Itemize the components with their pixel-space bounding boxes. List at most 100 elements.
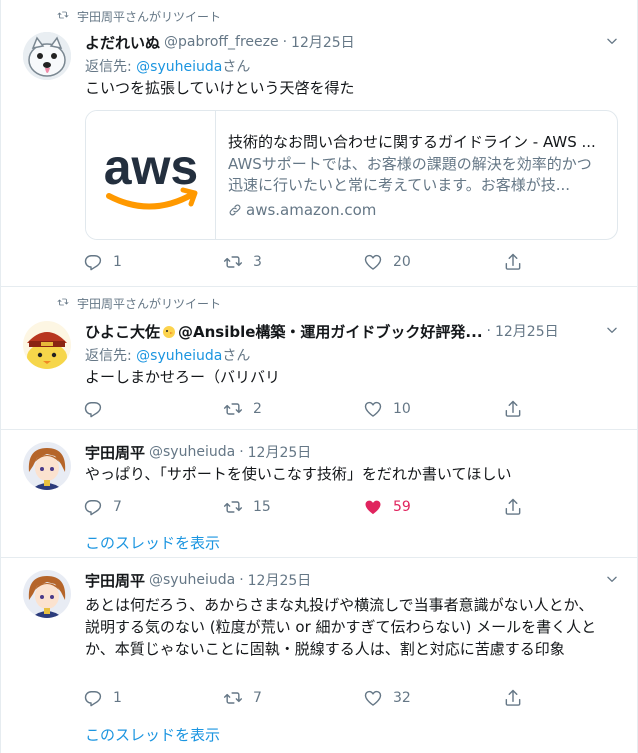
- show-thread-link[interactable]: このスレッドを表示: [85, 532, 220, 553]
- username[interactable]: @pabroff_freeze: [164, 34, 279, 50]
- chevron-down-icon[interactable]: [605, 323, 619, 337]
- like-icon: [363, 688, 383, 708]
- reply-button[interactable]: 7: [83, 497, 223, 517]
- share-icon: [503, 497, 523, 517]
- retweet-button[interactable]: 15: [223, 497, 363, 517]
- like-button[interactable]: 32: [363, 688, 503, 708]
- tweet[interactable]: 宇田周平さんがリツイート よだれいぬ @pabroff_freeze · 12月…: [1, 0, 637, 287]
- retweet-button[interactable]: 7: [223, 688, 363, 708]
- retweet-icon: [55, 296, 71, 311]
- like-count: 10: [393, 401, 411, 417]
- retweet-icon: [223, 497, 243, 517]
- timestamp[interactable]: 12月25日: [291, 32, 355, 52]
- avatar[interactable]: [23, 32, 71, 80]
- reply-count: 7: [113, 499, 122, 515]
- separator: ·: [486, 323, 491, 339]
- like-icon-active: [363, 497, 383, 517]
- display-name-prefix: ひよこ大佐: [85, 322, 161, 341]
- share-button[interactable]: [503, 688, 543, 708]
- share-icon: [503, 688, 523, 708]
- separator: ·: [239, 572, 244, 588]
- chick-emoji-icon: [163, 325, 176, 338]
- like-icon: [363, 252, 383, 272]
- tweet-text: こいつを拡張していけという天啓を得た: [85, 79, 355, 97]
- reply-icon: [83, 252, 103, 272]
- reply-suffix: さん: [222, 348, 251, 364]
- share-icon: [503, 399, 523, 419]
- card-body: 技術的なお問い合わせに関するガイドライン - AWS ... AWSサポートでは…: [216, 111, 617, 239]
- reply-to-link[interactable]: @syuheiuda: [136, 348, 222, 364]
- reply-to-link[interactable]: @syuheiuda: [136, 59, 222, 75]
- card-domain: aws.amazon.com: [228, 201, 605, 219]
- avatar[interactable]: [23, 321, 71, 369]
- card-domain-text: aws.amazon.com: [246, 201, 377, 219]
- retweet-count: 2: [253, 401, 262, 417]
- reply-prefix: 返信先:: [85, 59, 137, 75]
- tweet-header: ひよこ大佐 @Ansible構築・運用ガイドブック好評発... · 12月25日: [85, 321, 619, 341]
- retweet-context: 宇田周平さんがリツイート: [55, 295, 221, 312]
- reply-context: 返信先: @syuheiudaさん: [85, 345, 250, 365]
- share-button[interactable]: [503, 399, 543, 419]
- display-name[interactable]: よだれいぬ: [85, 32, 160, 53]
- chevron-down-icon[interactable]: [605, 572, 619, 586]
- separator: ·: [282, 34, 288, 50]
- reply-button[interactable]: 1: [83, 688, 223, 708]
- share-icon: [503, 252, 523, 272]
- display-name[interactable]: 宇田周平: [85, 442, 145, 463]
- chevron-down-icon[interactable]: [605, 34, 619, 48]
- tweet-header: 宇田周平 @syuheiuda · 12月25日: [85, 570, 619, 590]
- like-count: 59: [393, 499, 411, 515]
- like-count: 20: [393, 254, 411, 270]
- display-name[interactable]: 宇田周平: [85, 570, 145, 591]
- like-button[interactable]: 10: [363, 399, 503, 419]
- display-name[interactable]: ひよこ大佐 @Ansible構築・運用ガイドブック好評発...: [85, 321, 483, 342]
- retweet-count: 3: [253, 254, 262, 270]
- reply-button[interactable]: [83, 399, 223, 419]
- like-button[interactable]: 59: [363, 497, 503, 517]
- aws-logo-text: aws: [103, 139, 198, 195]
- share-button[interactable]: [503, 497, 543, 517]
- reply-icon: [83, 688, 103, 708]
- tweet-header: 宇田周平 @syuheiuda · 12月25日: [85, 442, 619, 462]
- aws-logo: aws: [103, 139, 198, 210]
- tweet-actions: 2 10: [83, 399, 553, 419]
- retweet-icon: [223, 688, 243, 708]
- card-image: aws: [86, 111, 216, 239]
- reply-context: 返信先: @syuheiudaさん: [85, 56, 250, 76]
- timestamp[interactable]: 12月25日: [495, 321, 559, 341]
- tweet[interactable]: 宇田周平さんがリツイート ひよこ大佐 @Ansible構築・運用ガイドブック好評発…: [1, 287, 637, 430]
- timeline: 宇田周平さんがリツイート よだれいぬ @pabroff_freeze · 12月…: [0, 0, 638, 753]
- avatar[interactable]: [23, 570, 71, 618]
- card-title: 技術的なお問い合わせに関するガイドライン - AWS ...: [228, 133, 596, 151]
- username[interactable]: @syuheiuda: [149, 572, 235, 588]
- tweet[interactable]: 宇田周平 @syuheiuda · 12月25日 あとは何だろう、あからさまな丸…: [1, 558, 637, 753]
- retweet-button[interactable]: 2: [223, 399, 363, 419]
- like-button[interactable]: 20: [363, 252, 503, 272]
- timestamp[interactable]: 12月25日: [248, 570, 312, 590]
- tweet[interactable]: 宇田周平 @syuheiuda · 12月25日 やっぱり、「サポートを使いこな…: [1, 430, 637, 558]
- reply-icon: [83, 497, 103, 517]
- show-thread-link[interactable]: このスレッドを表示: [85, 724, 220, 745]
- reply-suffix: さん: [222, 59, 251, 75]
- like-icon: [363, 399, 383, 419]
- retweet-count: 7: [253, 690, 262, 706]
- retweet-icon: [55, 9, 71, 24]
- share-button[interactable]: [503, 252, 543, 272]
- tweet-text: やっぱり、「サポートを使いこなす技術」をだれか書いてほしい: [85, 465, 512, 483]
- card-description: AWSサポートでは、お客様の課題の解決を効率的かつ迅速に行いたいと常に考えていま…: [228, 155, 592, 194]
- tweet-actions: 1 7 32: [83, 688, 553, 708]
- retweet-button[interactable]: 3: [223, 252, 363, 272]
- like-count: 32: [393, 690, 411, 706]
- tweet-actions: 1 3 20: [83, 252, 553, 272]
- separator: ·: [239, 444, 244, 460]
- reply-button[interactable]: 1: [83, 252, 223, 272]
- avatar[interactable]: [23, 442, 71, 490]
- retweet-count: 15: [253, 499, 271, 515]
- tweet-text: あとは何だろう、あからさまな丸投げや横流しで当事者意識がない人とか、説明する気の…: [85, 596, 597, 658]
- tweet-text: よーしまかせろー（バリバリ: [85, 368, 281, 386]
- timestamp[interactable]: 12月25日: [248, 442, 312, 462]
- link-icon: [229, 204, 241, 216]
- link-card[interactable]: aws 技術的なお問い合わせに関するガイドライン - AWS ... AWSサポ…: [85, 110, 618, 240]
- reply-count: 1: [113, 690, 122, 706]
- username[interactable]: @syuheiuda: [149, 444, 235, 460]
